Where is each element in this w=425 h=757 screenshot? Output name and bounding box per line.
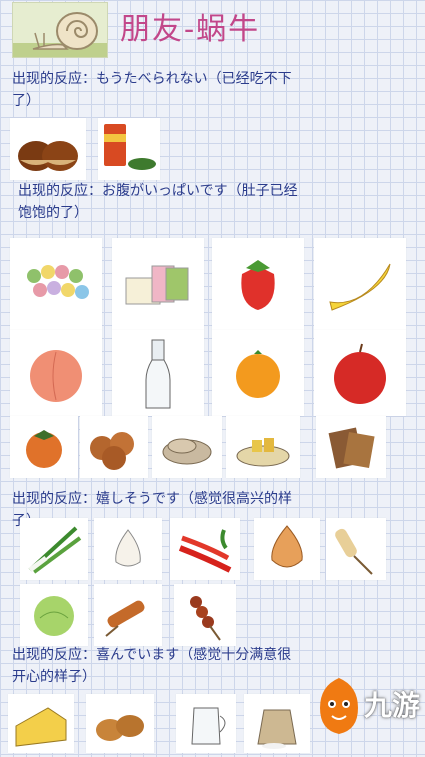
garlic-item	[94, 518, 162, 580]
snacks-item	[226, 416, 300, 478]
flour-sack-item	[244, 694, 310, 753]
orange-item	[212, 330, 304, 416]
persimmon-item	[10, 416, 78, 478]
chili-pepper-item	[170, 518, 240, 580]
chili-pepper-icon	[178, 529, 232, 573]
biscuits-item	[316, 416, 386, 478]
milk-bottle-item	[112, 330, 204, 416]
crackers-icon	[162, 438, 212, 465]
meat-skewer-icon	[190, 596, 221, 641]
milk-bottle-icon	[145, 339, 171, 409]
canned-food-item	[98, 118, 160, 180]
rice-cake-icon	[125, 265, 189, 305]
strawberry-icon	[241, 260, 275, 310]
peach-icon	[30, 350, 82, 402]
cookies-item	[80, 416, 148, 478]
header-thumbnail	[12, 2, 108, 58]
biscuits-icon	[328, 427, 375, 469]
apple-item	[314, 330, 406, 416]
cheese-item	[8, 694, 74, 753]
milk-jug-item	[176, 694, 236, 753]
crackers-item	[152, 416, 222, 478]
bread-buns-icon	[96, 715, 144, 741]
snacks-icon	[236, 438, 290, 467]
onion-item	[254, 518, 320, 580]
brand-mascot-icon	[320, 678, 358, 734]
chestnuts-item	[10, 118, 86, 180]
meat-skewer-item	[174, 584, 236, 646]
rice-cake-item	[112, 238, 204, 330]
garlic-icon	[115, 529, 141, 567]
strawberry-item	[212, 238, 304, 330]
page-title: 朋友-蜗牛	[120, 12, 261, 47]
dango-item	[10, 238, 102, 330]
apple-icon	[334, 343, 386, 404]
grilled-skewer-icon	[105, 600, 145, 637]
persimmon-icon	[26, 430, 62, 468]
canned-food-icon	[104, 124, 156, 170]
onion-icon	[271, 525, 303, 568]
reaction-text-2: 出现的反应：お腹がいっぱいです（肚子已经 饱饱的了）	[18, 183, 298, 221]
orange-icon	[236, 350, 280, 398]
green-onion-icon	[28, 526, 82, 574]
skewer-icon	[335, 528, 373, 575]
milk-jug-icon	[191, 707, 226, 745]
brand-name: 九游	[364, 689, 421, 722]
reaction-text-1: 出现的反应：もうたべられない（已经吃不下 了）	[12, 71, 292, 109]
banana-item	[314, 238, 406, 330]
skewer-item	[326, 518, 386, 580]
reaction-text-4: 出现的反应：喜んでいます（感觉十分满意很 开心的样子）	[12, 647, 292, 685]
peach-item	[10, 330, 102, 416]
flour-sack-icon	[257, 709, 297, 749]
grilled-skewer-item	[94, 584, 162, 646]
brand-logo: 九游	[314, 670, 420, 740]
cabbage-icon	[34, 596, 74, 636]
banana-icon	[329, 263, 391, 311]
cookies-icon	[90, 432, 134, 470]
dango-icon	[27, 265, 89, 299]
bread-buns-item	[86, 694, 154, 753]
green-onion-item	[20, 518, 88, 580]
cheese-icon	[15, 707, 67, 747]
chestnuts-icon	[18, 141, 78, 171]
cabbage-item	[20, 584, 88, 646]
